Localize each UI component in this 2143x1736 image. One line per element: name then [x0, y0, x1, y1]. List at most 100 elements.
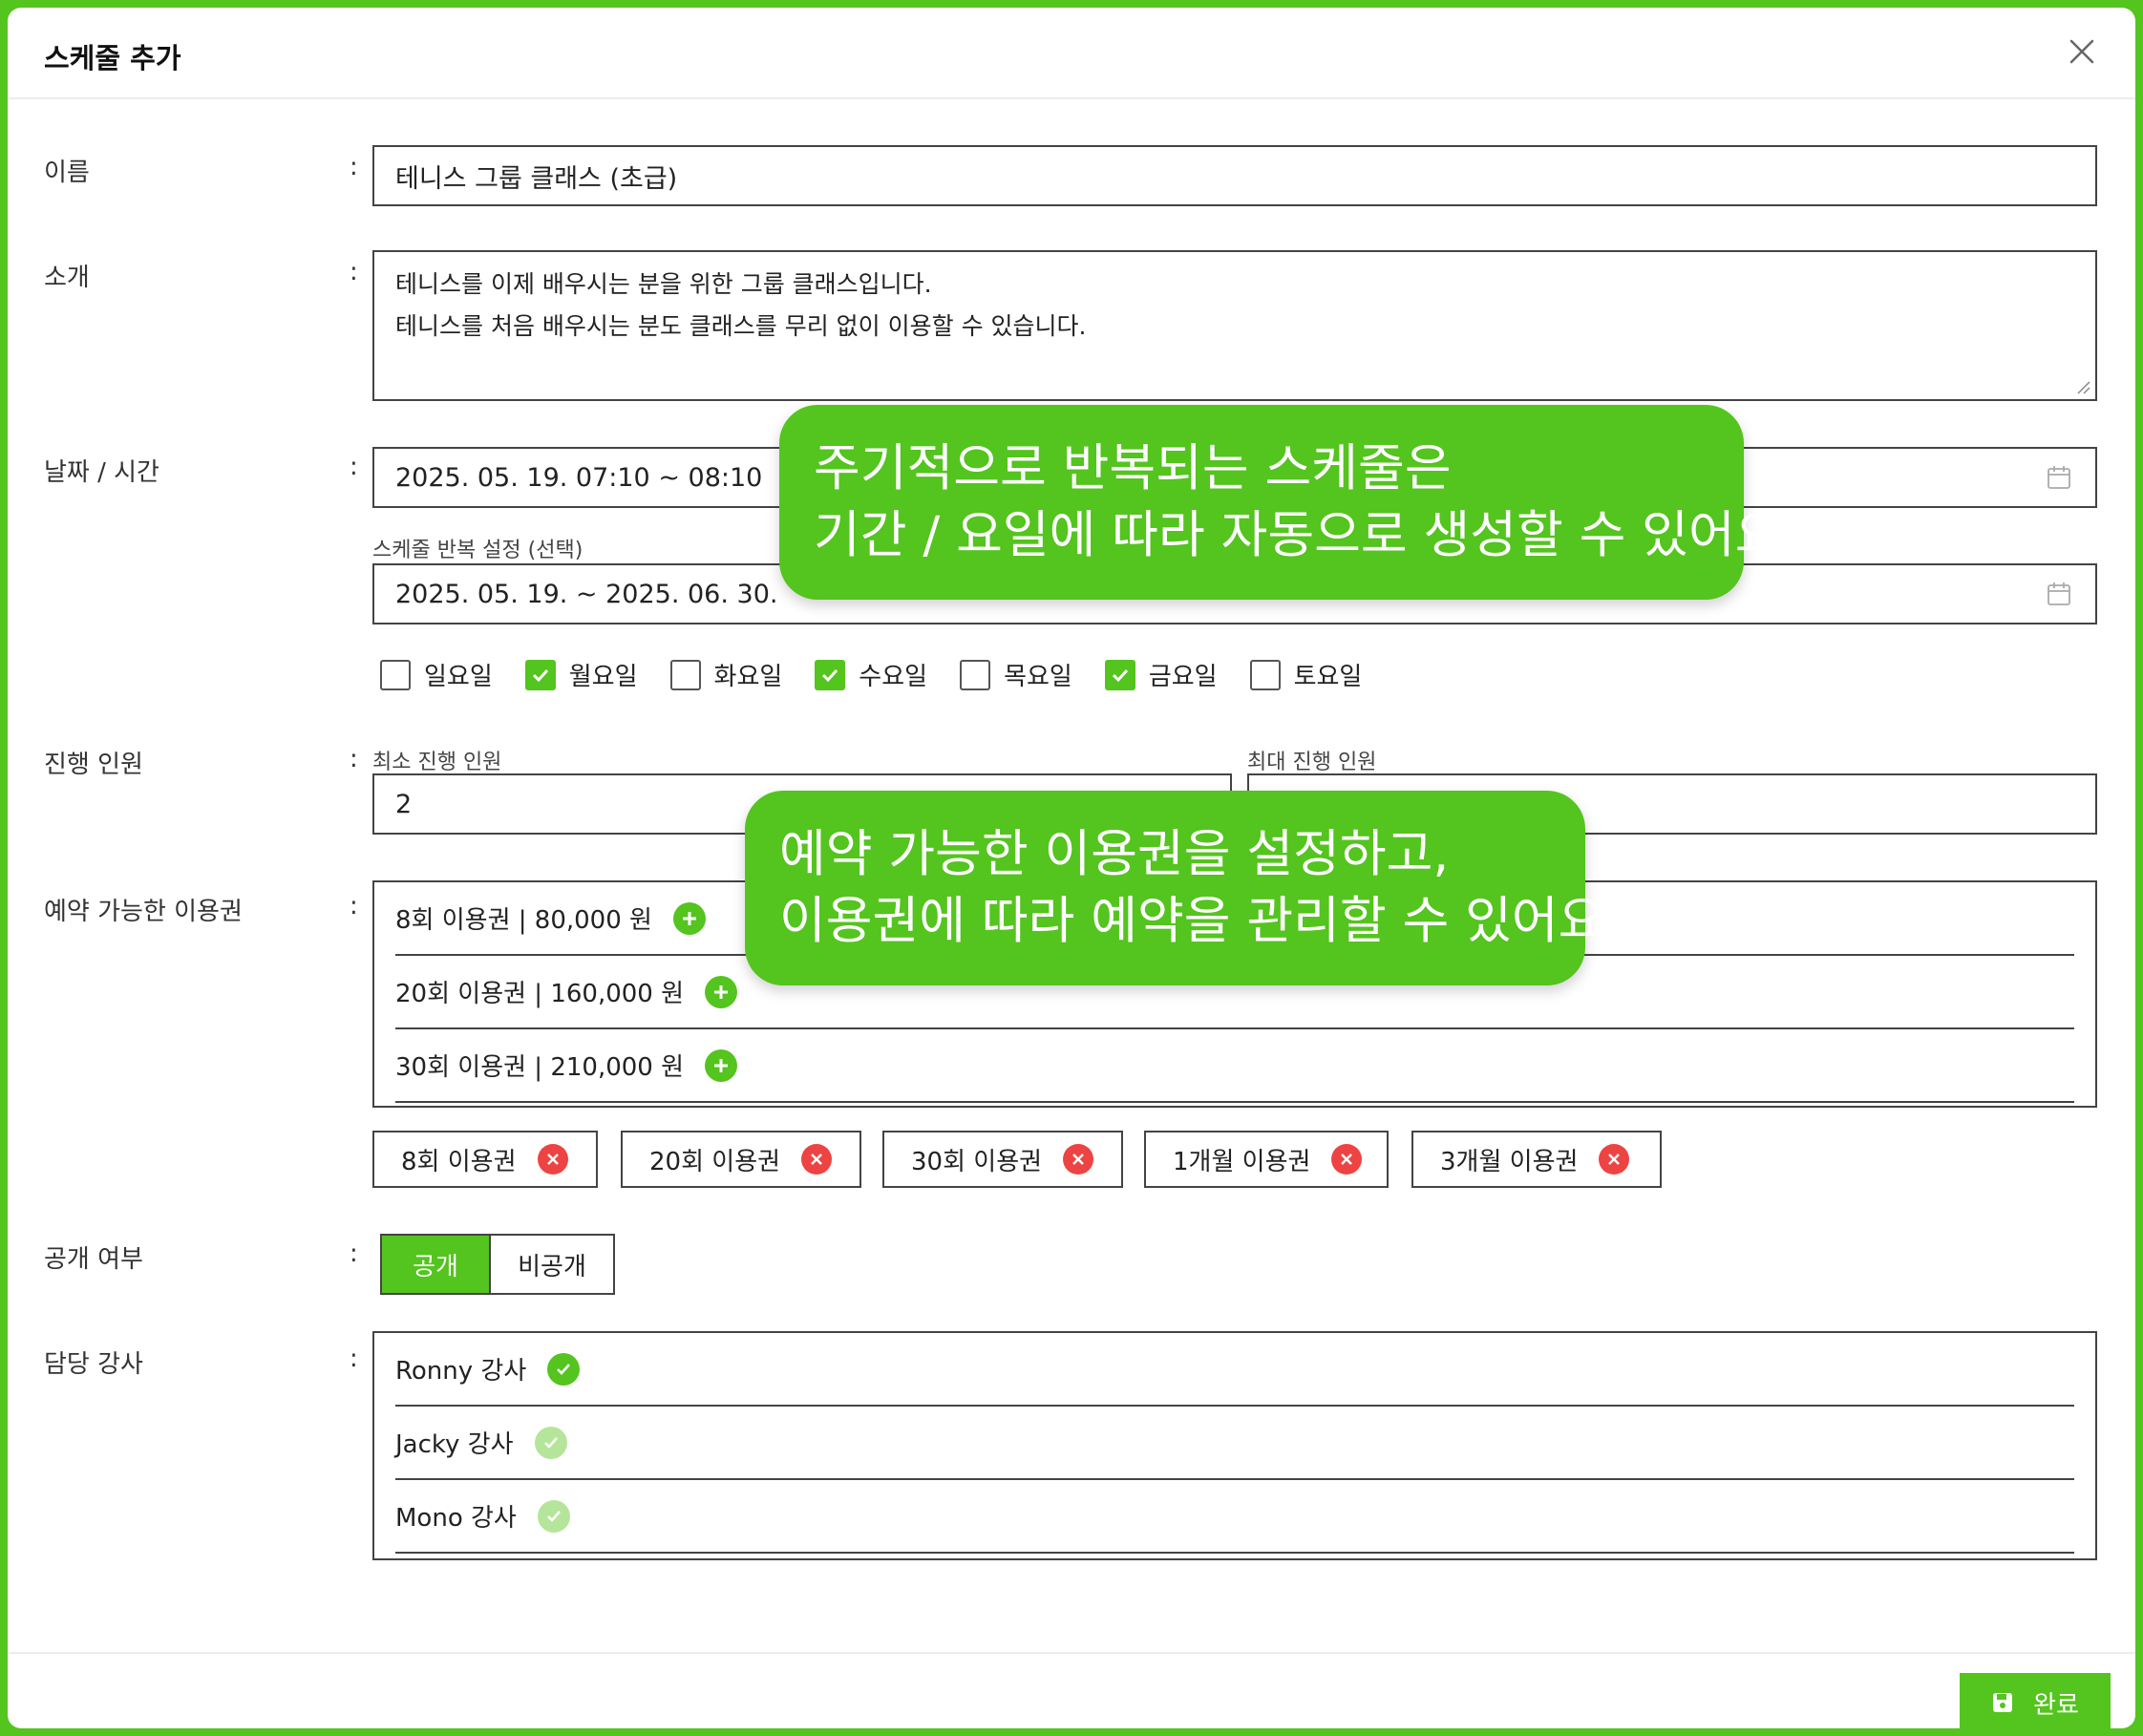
- day-label: 목요일: [1004, 663, 1072, 691]
- intro-textarea[interactable]: 테니스를 이제 배우시는 분을 위한 그룹 클래스입니다. 테니스를 처음 배우…: [372, 250, 2097, 401]
- pass-option-label: 30회 이용권 | 210,000 원: [395, 1053, 685, 1082]
- weekday-checkboxes: 일요일 월요일 화요일 수요일 목요일 금요일 토요일: [380, 657, 1394, 692]
- check-icon: [532, 668, 548, 682]
- day-thursday[interactable]: 목요일: [960, 657, 1072, 692]
- instructor-name: Mono 강사: [395, 1504, 517, 1533]
- checkbox[interactable]: [1249, 659, 1281, 690]
- min-participants-label: 최소 진행 인원: [372, 751, 502, 774]
- selected-pass-chip: 3개월 이용권: [1411, 1131, 1662, 1188]
- done-label: 완료: [2033, 1690, 2079, 1720]
- add-pass-button[interactable]: [705, 975, 738, 1008]
- selected-pass-chip: 1개월 이용권: [1144, 1131, 1389, 1188]
- selected-pass-chip: 30회 이용권: [882, 1131, 1123, 1188]
- instructor-name: Jacky 강사: [395, 1430, 514, 1459]
- add-pass-button[interactable]: [672, 901, 706, 935]
- calendar-icon[interactable]: [2046, 581, 2072, 607]
- passes-callout: 예약 가능한 이용권을 설정하고, 이용권에 따라 예약을 관리할 수 있어요.: [745, 791, 1621, 985]
- instructor-item[interactable]: Mono 강사: [395, 1480, 2074, 1554]
- check-icon: [557, 1363, 571, 1375]
- instructor-name: Ronny 강사: [395, 1357, 527, 1386]
- day-label: 화요일: [713, 663, 783, 691]
- colon: :: [350, 258, 358, 286]
- close-icon: [1341, 1154, 1353, 1165]
- done-button[interactable]: 완료: [1960, 1673, 2111, 1728]
- remove-pass-button[interactable]: [1331, 1144, 1363, 1175]
- checkbox[interactable]: [669, 659, 701, 690]
- plus-icon: [682, 911, 696, 925]
- private-option[interactable]: 비공개: [489, 1236, 613, 1293]
- colon: :: [350, 153, 358, 181]
- day-label: 수요일: [859, 663, 928, 691]
- check-icon: [822, 668, 838, 682]
- datetime-label: 날짜 / 시간: [44, 458, 159, 487]
- remove-pass-button[interactable]: [537, 1144, 568, 1175]
- visibility-toggle: 공개 비공개: [380, 1234, 615, 1295]
- instructor-list: Ronny 강사 Jacky 강사 Mono 강사: [372, 1331, 2097, 1560]
- day-wednesday[interactable]: 수요일: [815, 657, 927, 692]
- plus-icon: [714, 1058, 729, 1072]
- day-label: 토요일: [1293, 663, 1363, 691]
- calendar-icon[interactable]: [2046, 464, 2072, 491]
- chip-label: 20회 이용권: [649, 1147, 781, 1176]
- add-pass-button[interactable]: [705, 1048, 738, 1082]
- pass-option-label: 20회 이용권 | 160,000 원: [395, 980, 685, 1008]
- day-tuesday[interactable]: 화요일: [669, 657, 783, 692]
- colon: :: [350, 892, 358, 921]
- instructor-item[interactable]: Jacky 강사: [395, 1407, 2074, 1480]
- intro-line: 테니스를 이제 배우시는 분을 위한 그룹 클래스입니다.: [395, 270, 932, 298]
- callout-line: 주기적으로 반복되는 스케줄은: [814, 439, 1452, 498]
- close-icon: [1608, 1154, 1621, 1165]
- day-monday[interactable]: 월요일: [524, 657, 638, 692]
- unselected-check-icon[interactable]: [537, 1499, 570, 1533]
- checkbox[interactable]: [380, 659, 411, 690]
- dialog-header: 스케줄 추가: [8, 8, 2135, 99]
- resize-grip-icon[interactable]: [2074, 378, 2091, 395]
- check-icon: [543, 1436, 558, 1449]
- checkbox-checked[interactable]: [815, 659, 846, 690]
- remove-pass-button[interactable]: [1063, 1144, 1094, 1175]
- chip-label: 8회 이용권: [401, 1147, 517, 1176]
- day-label: 일요일: [424, 663, 493, 691]
- check-icon: [1112, 668, 1128, 682]
- dialog-title: 스케줄 추가: [44, 42, 181, 74]
- callout-line: 기간 / 요일에 따라 자동으로 생성할 수 있어요.: [814, 506, 1798, 564]
- pass-option-label: 8회 이용권 | 80,000 원: [395, 906, 652, 935]
- chip-label: 30회 이용권: [911, 1147, 1043, 1176]
- selected-check-icon[interactable]: [547, 1352, 581, 1386]
- repeat-label: 스케줄 반복 설정 (선택): [372, 539, 583, 562]
- day-friday[interactable]: 금요일: [1104, 657, 1218, 692]
- checkbox[interactable]: [960, 659, 991, 690]
- colon: :: [350, 453, 358, 481]
- unselected-check-icon[interactable]: [534, 1426, 567, 1459]
- remove-pass-button[interactable]: [1599, 1144, 1630, 1175]
- checkbox-checked[interactable]: [1104, 659, 1135, 690]
- repeat-callout: 주기적으로 반복되는 스케줄은 기간 / 요일에 따라 자동으로 생성할 수 있…: [779, 405, 1798, 600]
- repeat-range-value: 2025. 05. 19. ~ 2025. 06. 30.: [395, 579, 778, 609]
- participants-label: 진행 인원: [44, 751, 143, 779]
- day-label: 금요일: [1148, 663, 1218, 691]
- chip-label: 1개월 이용권: [1173, 1147, 1311, 1176]
- checkbox-checked[interactable]: [524, 659, 556, 690]
- remove-pass-button[interactable]: [801, 1144, 833, 1175]
- instructor-item[interactable]: Ronny 강사: [395, 1333, 2074, 1407]
- close-button[interactable]: [2063, 32, 2101, 71]
- plus-icon: [714, 984, 729, 999]
- close-icon: [811, 1154, 822, 1165]
- selected-pass-chip: 20회 이용권: [621, 1131, 861, 1188]
- colon: :: [350, 745, 358, 773]
- visibility-label: 공개 여부: [44, 1245, 143, 1274]
- chip-label: 3개월 이용권: [1440, 1147, 1579, 1176]
- close-icon: [1072, 1154, 1084, 1165]
- dialog-footer: 완료: [8, 1652, 2135, 1728]
- day-saturday[interactable]: 토요일: [1249, 657, 1363, 692]
- close-icon: [546, 1154, 559, 1165]
- name-input[interactable]: 테니스 그룹 클래스 (초급): [372, 145, 2097, 206]
- public-option[interactable]: 공개: [382, 1236, 489, 1293]
- schedule-dialog: 스케줄 추가 이름 : 테니스 그룹 클래스 (초급) 소개 : 테니스를 이제…: [8, 8, 2135, 1728]
- instructors-label: 담당 강사: [44, 1350, 143, 1379]
- day-sunday[interactable]: 일요일: [380, 657, 493, 692]
- colon: :: [350, 1344, 358, 1373]
- name-label: 이름: [44, 159, 90, 187]
- passes-label: 예약 가능한 이용권: [44, 898, 243, 926]
- list-item: 30회 이용권 | 210,000 원: [395, 1029, 2074, 1103]
